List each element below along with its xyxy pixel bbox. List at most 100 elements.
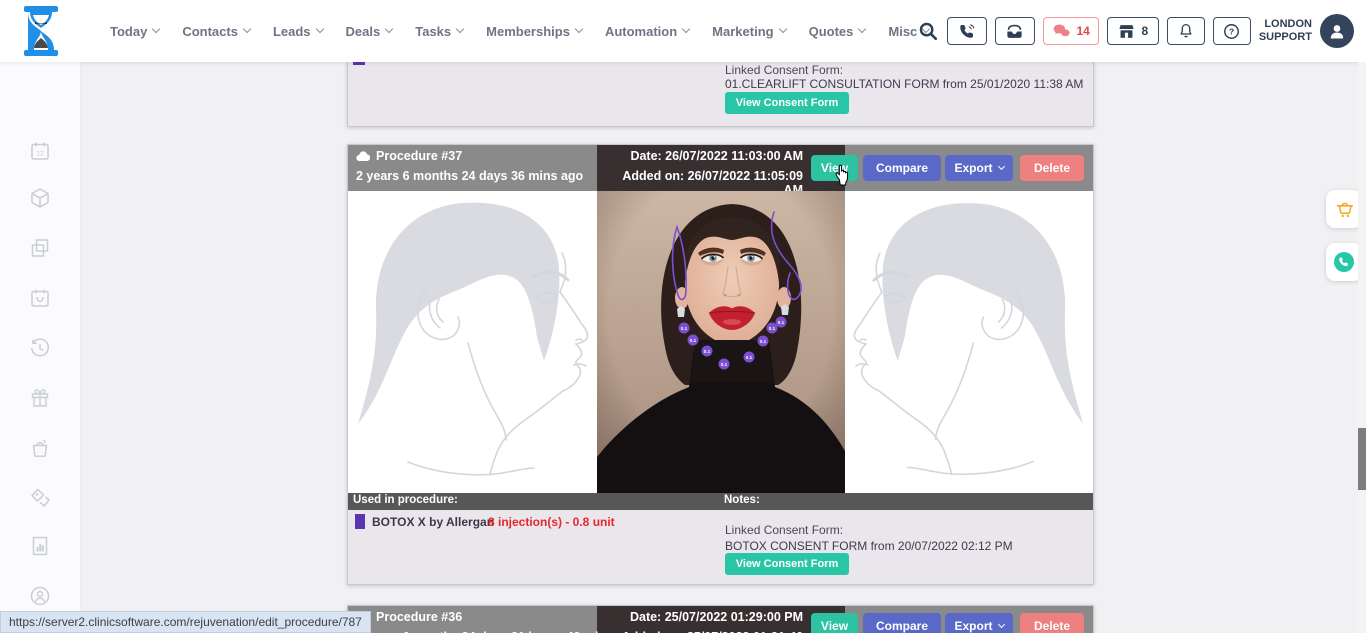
notifications-button[interactable] [1167, 17, 1205, 45]
chevron-down-icon [385, 25, 393, 33]
chevron-down-icon [575, 25, 583, 33]
injection-point[interactable]: 0.1 [776, 317, 787, 328]
face-diagram-right[interactable] [845, 191, 1093, 493]
svg-text:0.1: 0.1 [690, 338, 697, 343]
product-color-swatch [355, 514, 365, 529]
procedure-added: Added on: 26/07/2022 11:05:09 AM [603, 169, 803, 191]
nav-automation[interactable]: Automation [605, 24, 689, 39]
phone-icon [958, 22, 976, 40]
procedure-37-header: Procedure #37 2 years 6 months 24 days 3… [348, 145, 1093, 191]
svg-text:0.1: 0.1 [681, 326, 688, 331]
chat-button[interactable]: 14 [1043, 17, 1099, 45]
used-in-procedure-header: Used in procedure: [353, 494, 458, 506]
whatsapp-icon [1332, 250, 1356, 274]
nav-today[interactable]: Today [110, 24, 159, 39]
help-button[interactable]: ? [1213, 17, 1251, 45]
injection-point[interactable]: 0.1 [719, 359, 730, 370]
delete-button[interactable]: Delete [1020, 613, 1084, 633]
view-consent-form-button[interactable]: View Consent Form [725, 92, 849, 114]
whatsapp-widget-button[interactable] [1326, 243, 1362, 281]
chevron-down-icon [778, 25, 786, 33]
injection-point[interactable]: 0.1 [767, 323, 778, 334]
linked-consent-value: BOTOX CONSENT FORM from 20/07/2022 02:12… [725, 539, 1013, 553]
injection-point[interactable]: 0.1 [758, 336, 769, 347]
view-button[interactable]: View [811, 613, 858, 633]
copy-icon[interactable] [28, 236, 52, 260]
cart-widget-button[interactable] [1326, 190, 1362, 228]
used-product-name: BOTOX X by Allergan [372, 515, 494, 529]
product-color-swatch [353, 62, 365, 65]
main-navigation: Today Contacts Leads Deals Tasks Members… [110, 0, 982, 62]
store-count-badge: 8 [1141, 24, 1148, 38]
linked-consent-value: 01.CLEARLIFT CONSULTATION FORM from 25/0… [725, 77, 1083, 91]
support-line2: SUPPORT [1259, 31, 1312, 44]
gift-icon[interactable] [28, 386, 52, 410]
inbox-button[interactable] [995, 17, 1035, 45]
notes-header: Notes: [724, 494, 760, 506]
nav-quotes[interactable]: Quotes [809, 24, 866, 39]
svg-text:0.1: 0.1 [704, 349, 711, 354]
procedure-title: Procedure #37 [356, 149, 462, 163]
nav-tasks[interactable]: Tasks [415, 24, 463, 39]
inbox-icon [1005, 22, 1024, 41]
nav-misc-label: Misc [888, 24, 917, 39]
export-label: Export [954, 161, 992, 175]
calendar-check-icon[interactable] [28, 286, 52, 310]
delete-button[interactable]: Delete [1020, 155, 1084, 181]
procedure-title-label: Procedure #37 [376, 149, 462, 163]
section-headers-bar: Used in procedure: Notes: [348, 493, 1093, 510]
chevron-down-icon [858, 25, 866, 33]
injection-point[interactable]: 0.1 [688, 335, 699, 346]
procedure-photo[interactable]: 0.1 0.1 0.1 0.1 0.1 0.1 0.1 0.1 [597, 191, 845, 493]
export-button[interactable]: Export [945, 613, 1013, 633]
used-product-detail: 8 injection(s) - 0.8 unit [488, 515, 615, 529]
store-icon [1117, 22, 1136, 41]
clinicsoftware-logo[interactable] [18, 4, 64, 58]
bell-icon [1177, 22, 1195, 40]
procedure-age: 2 years 6 months 24 days 36 mins ago [356, 169, 583, 183]
calendar-icon[interactable]: 12 [28, 139, 52, 163]
procedure-36-header: Procedure #36 2 years 6 months 24 days 2… [348, 606, 1093, 633]
account-icon[interactable] [28, 584, 52, 608]
svg-text:0.1: 0.1 [760, 339, 767, 344]
scrollbar-thumb[interactable] [1358, 428, 1366, 490]
export-button[interactable]: Export [945, 155, 1013, 181]
nav-leads[interactable]: Leads [273, 24, 323, 39]
procedure-title: Procedure #36 [356, 610, 462, 624]
injection-point[interactable]: 0.1 [702, 346, 713, 357]
report-icon[interactable] [28, 534, 52, 558]
help-icon: ? [1222, 22, 1241, 41]
store-button[interactable]: 8 [1107, 17, 1159, 45]
compare-button[interactable]: Compare [863, 155, 941, 181]
user-avatar[interactable] [1320, 14, 1354, 48]
nav-automation-label: Automation [605, 24, 677, 39]
nav-marketing[interactable]: Marketing [712, 24, 785, 39]
basket-icon[interactable] [28, 436, 52, 460]
svg-text:0.1: 0.1 [721, 362, 728, 367]
link-preview-statusbar: https://server2.clinicsoftware.com/rejuv… [0, 611, 371, 633]
nav-memberships[interactable]: Memberships [486, 24, 582, 39]
top-bar: Today Contacts Leads Deals Tasks Members… [0, 0, 1366, 62]
scrollbar-track[interactable] [1358, 62, 1366, 633]
cube-icon[interactable] [28, 186, 52, 210]
nav-contacts[interactable]: Contacts [182, 24, 250, 39]
nav-quotes-label: Quotes [809, 24, 854, 39]
view-button[interactable]: View [811, 155, 858, 181]
nav-deals[interactable]: Deals [346, 24, 393, 39]
nav-marketing-label: Marketing [712, 24, 773, 39]
phone-button[interactable] [947, 17, 987, 45]
chevron-down-icon [315, 25, 323, 33]
chevron-down-icon [997, 163, 1004, 170]
cloud-icon [356, 151, 370, 162]
compare-button[interactable]: Compare [863, 613, 941, 633]
tags-icon[interactable] [28, 486, 52, 510]
injection-point[interactable]: 0.1 [679, 323, 690, 334]
face-diagram-left[interactable] [348, 191, 597, 493]
linked-consent-label: Linked Consent Form: [725, 523, 843, 537]
view-consent-form-button[interactable]: View Consent Form [725, 553, 849, 575]
page: Today Contacts Leads Deals Tasks Members… [0, 0, 1366, 633]
link-preview-url: https://server2.clinicsoftware.com/rejuv… [9, 615, 362, 629]
injection-point[interactable]: 0.1 [744, 352, 755, 363]
search-icon[interactable] [917, 20, 939, 42]
history-icon[interactable] [28, 336, 52, 360]
